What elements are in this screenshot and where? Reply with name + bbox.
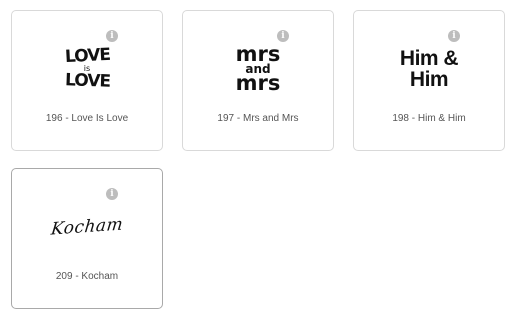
design-preview-him-and-him: Him & Him (354, 37, 504, 101)
design-label: 197 - Mrs and Mrs (217, 113, 299, 124)
art-text-line: LOVE (63, 44, 110, 68)
design-card-kocham[interactable]: i Kocham 209 - Kocham (11, 168, 163, 309)
art-text-line: Him & (399, 47, 459, 70)
design-card-mrs-and-mrs[interactable]: i mrs and mrs 197 - Mrs and Mrs (182, 10, 334, 151)
design-card-him-and-him[interactable]: i Him & Him 198 - Him & Him (353, 10, 505, 151)
art-text-line: LOVE (64, 69, 110, 92)
art-text-line: Him (409, 68, 449, 91)
design-preview-love-is-love: LOVE is LOVE (12, 37, 162, 101)
art-text-line: Kocham (49, 214, 125, 240)
design-preview-kocham: Kocham (12, 195, 162, 259)
design-card-love-is-love[interactable]: i LOVE is LOVE 196 - Love Is Love (11, 10, 163, 151)
design-preview-mrs-and-mrs: mrs and mrs (183, 37, 333, 101)
design-label: 209 - Kocham (55, 271, 119, 282)
design-label: 198 - Him & Him (392, 113, 466, 124)
art-text-line: mrs (235, 41, 281, 66)
art-text-line: mrs (235, 71, 281, 96)
design-label: 196 - Love Is Love (45, 113, 129, 124)
